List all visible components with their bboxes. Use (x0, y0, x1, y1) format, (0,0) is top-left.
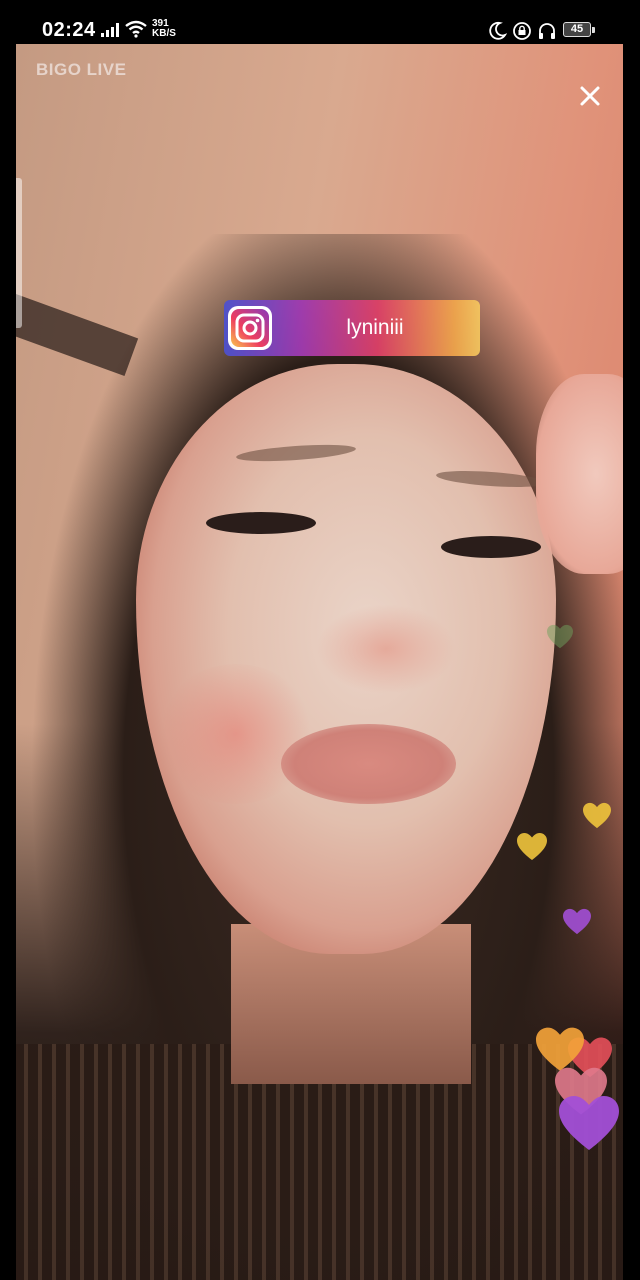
heart-icon (563, 908, 591, 935)
close-icon[interactable] (574, 80, 606, 112)
instagram-icon (228, 306, 272, 350)
instagram-username: lyniniii (346, 316, 404, 339)
lock-rotate-icon (513, 22, 531, 40)
nose (316, 604, 456, 694)
network-speed-unit: KB/S (152, 28, 176, 39)
heart-icon (583, 802, 611, 829)
right-eye (441, 536, 541, 558)
headphones-icon (539, 23, 555, 39)
heart-icon (547, 624, 573, 649)
side-drawer-handle[interactable] (16, 178, 22, 328)
signal-icon (101, 23, 119, 37)
battery-tip (592, 27, 595, 33)
heart-icon (517, 833, 547, 860)
hand (536, 374, 623, 574)
wifi-icon (125, 20, 147, 38)
live-video[interactable] (16, 44, 623, 1280)
brand-watermark: BIGO LIVE (36, 60, 127, 79)
status-time: 02:24 (42, 19, 96, 41)
battery-indicator: 45 (563, 22, 591, 37)
heart-icon (559, 1096, 619, 1150)
left-eye (206, 512, 316, 534)
status-bar: 02:24 391 KB/S 45 (0, 0, 640, 44)
moon-icon (489, 21, 507, 40)
lips (281, 724, 456, 804)
network-speed: 391 KB/S (152, 19, 176, 39)
